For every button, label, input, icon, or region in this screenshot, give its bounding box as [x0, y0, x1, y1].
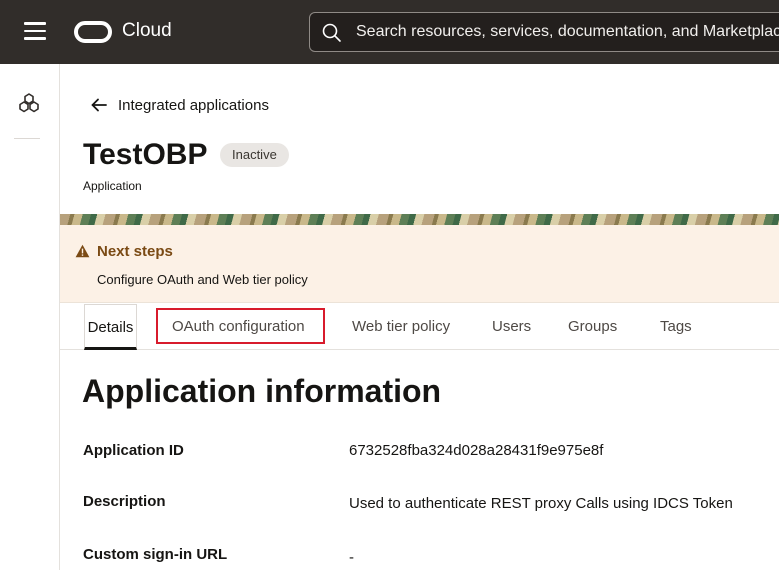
left-rail	[0, 64, 60, 570]
tab-bar: Details OAuth configuration Web tier pol…	[60, 304, 779, 350]
tab-users[interactable]: Users	[492, 304, 531, 350]
tab-details[interactable]: Details	[84, 304, 137, 350]
tab-tags[interactable]: Tags	[660, 304, 692, 350]
oracle-logo-icon[interactable]	[74, 21, 112, 43]
brand-name[interactable]: Cloud	[122, 20, 172, 42]
section-title: Application information	[82, 373, 442, 409]
breadcrumb-label: Integrated applications	[118, 96, 269, 114]
search-icon	[322, 23, 341, 42]
page-title: TestOBP	[83, 138, 208, 171]
next-steps-notice: Next steps Configure OAuth and Web tier …	[60, 225, 779, 303]
tab-oauth-configuration[interactable]: OAuth configuration	[172, 304, 305, 350]
decorative-banner	[60, 214, 779, 225]
custom-sign-in-url-value: -	[349, 549, 354, 566]
status-badge: Inactive	[220, 143, 289, 167]
tab-groups[interactable]: Groups	[568, 304, 617, 350]
breadcrumb-back-link[interactable]: Integrated applications	[90, 94, 269, 116]
description-label: Description	[83, 493, 166, 510]
top-navigation-bar: Cloud	[0, 0, 779, 64]
page-subtitle: Application	[83, 179, 142, 193]
description-value: Used to authenticate REST proxy Calls us…	[349, 495, 733, 512]
application-id-value: 6732528fba324d028a28431f9e975e8f	[349, 442, 604, 459]
warning-icon	[75, 244, 90, 258]
hamburger-icon[interactable]	[24, 22, 46, 42]
application-id-label: Application ID	[83, 442, 184, 459]
custom-sign-in-url-label: Custom sign-in URL	[83, 546, 228, 563]
arrow-left-icon	[91, 98, 107, 112]
notice-title: Next steps	[97, 243, 173, 260]
cubes-icon[interactable]	[18, 92, 40, 114]
notice-text: Configure OAuth and Web tier policy	[97, 272, 308, 287]
tab-web-tier-policy[interactable]: Web tier policy	[352, 304, 450, 350]
rail-divider	[14, 138, 40, 139]
search-box[interactable]	[309, 12, 779, 52]
search-input[interactable]	[356, 13, 779, 51]
